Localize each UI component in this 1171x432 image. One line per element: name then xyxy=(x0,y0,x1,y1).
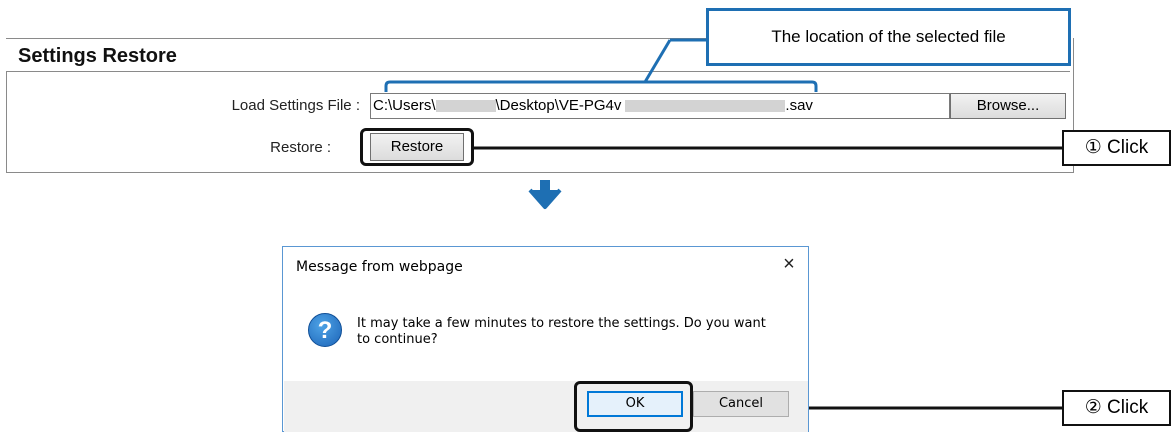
close-icon[interactable]: × xyxy=(776,251,802,277)
message-dialog: Message from webpage × ? It may take a f… xyxy=(282,246,809,432)
dialog-message: It may take a few minutes to restore the… xyxy=(357,316,766,347)
click-step-1: ① Click xyxy=(1062,130,1171,166)
arrow-down-head xyxy=(528,188,562,209)
question-icon: ? xyxy=(308,313,342,347)
click-step-2: ② Click xyxy=(1062,390,1171,426)
restore-highlight-frame xyxy=(360,128,474,166)
location-callout: The location of the selected file xyxy=(706,8,1071,66)
leader-line-blue xyxy=(643,39,672,83)
bracket-line xyxy=(384,80,818,92)
dialog-title: Message from webpage xyxy=(296,259,463,275)
cancel-button[interactable]: Cancel xyxy=(693,391,789,417)
ok-highlight-frame xyxy=(574,381,693,432)
